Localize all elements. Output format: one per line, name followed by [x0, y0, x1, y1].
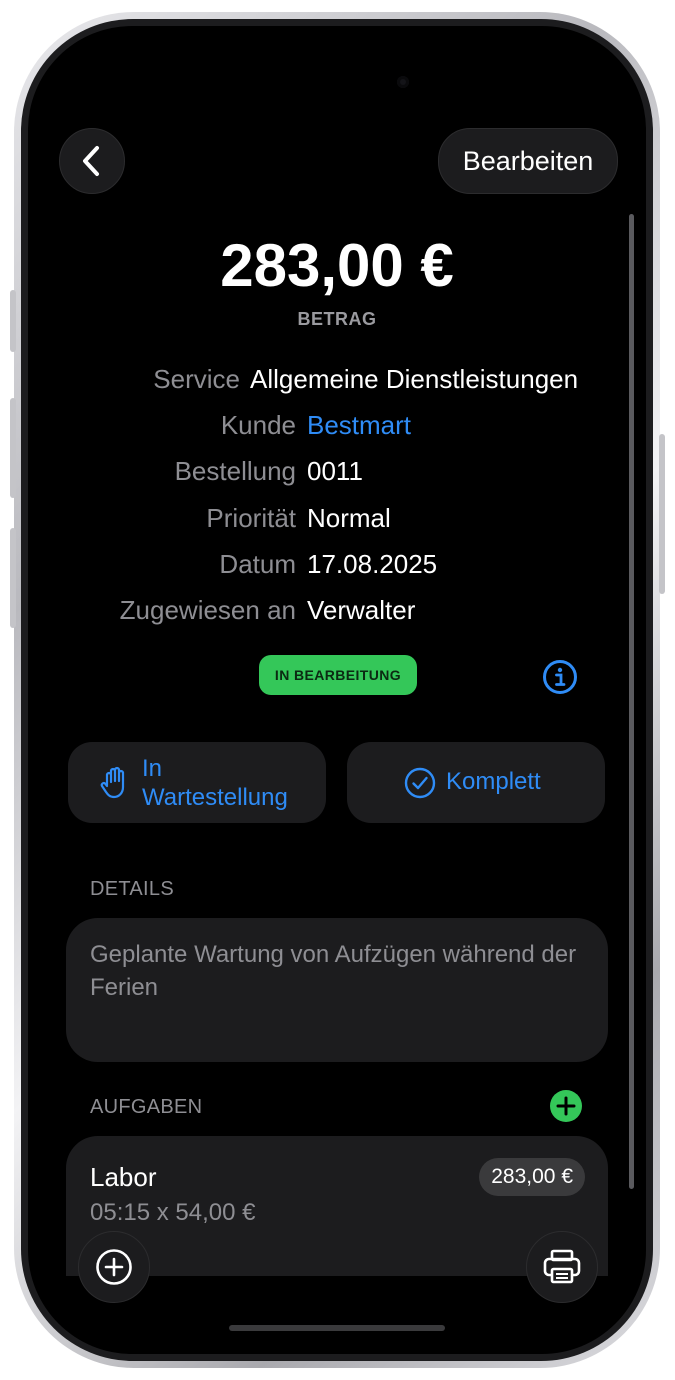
- customer-label: Kunde: [220, 410, 296, 440]
- hold-label-line2: Wartestellung: [142, 784, 288, 811]
- details-card[interactable]: Geplante Wartung von Aufzügen während de…: [66, 918, 608, 1062]
- assigned-value: Verwalter: [307, 595, 416, 625]
- action-button: [10, 290, 16, 352]
- edit-button[interactable]: Bearbeiten: [438, 128, 618, 194]
- order-label: Bestellung: [174, 456, 296, 486]
- print-button[interactable]: [526, 1231, 598, 1303]
- checkmark-circle-icon: [404, 767, 436, 799]
- plus-circle-icon: [96, 1249, 132, 1285]
- volume-down-button: [10, 528, 16, 628]
- add-button[interactable]: [78, 1231, 150, 1303]
- tasks-section-label: AUFGABEN: [90, 1096, 203, 1118]
- order-value: 0011: [307, 456, 363, 486]
- hold-label-line1: In: [142, 755, 163, 782]
- info-row-service: Service Allgemeine Dienstleistungen: [28, 364, 646, 404]
- info-row-assigned: Zugewiesen an Verwalter: [28, 595, 646, 635]
- task-subtitle: 05:15 x 54,00 €: [90, 1199, 256, 1226]
- date-value: 17.08.2025: [307, 549, 438, 579]
- customer-link[interactable]: Bestmart: [307, 410, 411, 441]
- scroll-indicator[interactable]: [629, 214, 634, 1189]
- chevron-left-icon: [83, 146, 99, 176]
- app-screen: Bearbeiten 283,00 € BETRAG Service Allge…: [28, 26, 646, 1354]
- service-value: Allgemeine Dienstleistungen: [250, 364, 579, 394]
- add-task-icon[interactable]: [549, 1089, 583, 1123]
- home-indicator[interactable]: [229, 1325, 445, 1331]
- details-section-label: DETAILS: [90, 878, 174, 900]
- complete-button[interactable]: Komplett: [347, 742, 605, 823]
- info-row-priority: Priorität Normal: [28, 503, 646, 543]
- hold-button[interactable]: In Wartestellung: [68, 742, 326, 823]
- total-amount: 283,00 €: [220, 232, 454, 299]
- assigned-label: Zugewiesen an: [119, 595, 296, 625]
- printer-icon: [543, 1249, 581, 1284]
- info-row-date: Datum 17.08.2025: [28, 549, 646, 589]
- power-button: [659, 434, 665, 594]
- complete-label: Komplett: [446, 768, 541, 795]
- info-row-customer: Kunde Bestmart: [28, 410, 646, 450]
- front-camera: [397, 76, 409, 88]
- task-title: Labor: [90, 1162, 157, 1192]
- info-circle-icon[interactable]: [542, 659, 578, 695]
- task-price-badge: 283,00 €: [479, 1158, 585, 1196]
- priority-label: Priorität: [206, 503, 296, 533]
- info-row-order: Bestellung 0011: [28, 456, 646, 496]
- date-label: Datum: [219, 549, 296, 579]
- service-label: Service: [153, 364, 240, 394]
- amount-label: BETRAG: [297, 309, 377, 329]
- status-badge: IN BEARBEITUNG: [259, 655, 417, 695]
- back-button[interactable]: [59, 128, 125, 194]
- hand-raised-icon: [100, 766, 125, 799]
- details-text: Geplante Wartung von Aufzügen während de…: [90, 941, 577, 1001]
- priority-value: Normal: [307, 503, 391, 533]
- volume-up-button: [10, 398, 16, 498]
